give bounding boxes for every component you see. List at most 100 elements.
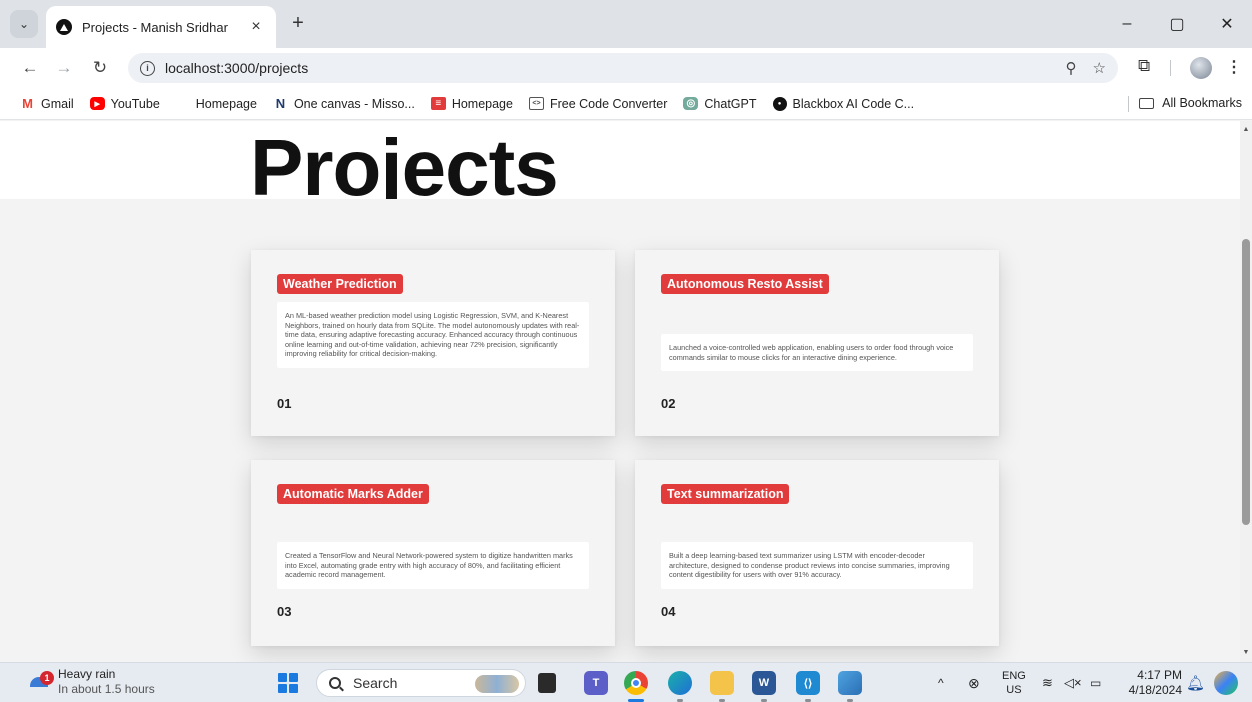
bookmark-label: YouTube (110, 96, 160, 111)
tab-title: Projects - Manish Sridhar (82, 19, 228, 35)
vscode-icon[interactable]: ⟨⟩ (796, 671, 820, 695)
region-code: US (1006, 684, 1022, 696)
chrome-icon[interactable] (624, 671, 648, 695)
bookmark-homepage-microsoft[interactable]: Homepage (176, 97, 257, 111)
bookmark-gmail[interactable]: M Gmail (20, 96, 74, 111)
system-clock[interactable]: 4:17 PM 4/18/2024 (1120, 668, 1182, 698)
bookmark-label: Homepage (195, 96, 257, 111)
language-indicator[interactable]: ENG US (1002, 669, 1026, 697)
site-favicon-icon (56, 19, 72, 35)
search-icon (329, 677, 341, 689)
bookmark-label: One canvas - Misso... (293, 96, 415, 111)
tray-app-icon[interactable]: ⊗ (968, 663, 980, 702)
umbrella-icon: 1 (28, 671, 54, 693)
code-converter-icon: <> (528, 97, 544, 110)
project-title: Weather Prediction (277, 274, 403, 294)
taskbar-search[interactable]: Search (316, 669, 526, 697)
page-scrollbar[interactable]: ▲ ▼ (1240, 121, 1252, 662)
volume-muted-icon[interactable]: ◁× (1064, 663, 1082, 702)
tab-projects[interactable]: Projects - Manish Sridhar × (46, 6, 276, 48)
copilot-icon[interactable] (1214, 671, 1238, 695)
bookmark-label: Blackbox AI Code C... (792, 96, 915, 111)
close-window-button[interactable]: ✕ (1202, 0, 1252, 48)
file-explorer-icon[interactable] (710, 671, 734, 695)
teams-icon[interactable]: T (584, 671, 608, 695)
restore-button[interactable]: ▢ (1152, 0, 1202, 48)
gmail-icon: M (20, 96, 35, 111)
word-icon[interactable]: W (752, 671, 776, 695)
language-code: ENG (1002, 670, 1026, 682)
scroll-down-icon[interactable]: ▼ (1240, 646, 1252, 660)
project-description: Created a TensorFlow and Neural Network-… (277, 542, 589, 589)
youtube-icon: ▶ (89, 97, 105, 110)
tab-search-button[interactable]: ⌄ (10, 10, 38, 38)
search-label: Search (353, 675, 398, 691)
bookmark-label: Gmail (41, 96, 74, 111)
more-menu-icon[interactable]: ⋮ (1226, 57, 1242, 77)
all-bookmarks-label: All Bookmarks (1162, 96, 1242, 110)
weather-widget[interactable]: 1 Heavy rain In about 1.5 hours (28, 667, 155, 697)
browser-toolbar: ← → ↻ i localhost:3000/projects ⚲ ☆ ⧉ ⋮ (0, 48, 1252, 88)
back-button[interactable]: ← (18, 56, 42, 80)
url-text[interactable]: localhost:3000/projects (165, 60, 1050, 76)
bookmark-youtube[interactable]: ▶ YouTube (89, 96, 160, 111)
project-description: An ML-based weather prediction model usi… (277, 302, 589, 368)
edge-icon[interactable] (668, 671, 692, 695)
homepage-icon: ≡ (430, 97, 446, 110)
bookmark-chatgpt[interactable]: ◎ ChatGPT (683, 96, 757, 111)
tab-close-button[interactable]: × (246, 18, 266, 36)
scrollbar-thumb[interactable] (1242, 239, 1250, 525)
notification-bell-icon[interactable]: 🔔︎ (1186, 663, 1205, 702)
weather-subtitle: In about 1.5 hours (58, 682, 155, 696)
clock-date: 4/18/2024 (1128, 683, 1182, 697)
tray-overflow-button[interactable]: ^ (938, 663, 944, 702)
project-number: 03 (277, 604, 292, 619)
reload-button[interactable]: ↻ (88, 56, 112, 80)
wifi-icon[interactable]: ≋ (1042, 663, 1053, 702)
project-title: Autonomous Resto Assist (661, 274, 829, 294)
project-number: 04 (661, 604, 676, 619)
project-description: Launched a voice-controlled web applicat… (661, 334, 973, 372)
minimize-button[interactable]: – (1102, 0, 1152, 48)
photos-icon[interactable] (838, 671, 862, 695)
projects-section (0, 199, 1240, 662)
bookmark-free-code-converter[interactable]: <> Free Code Converter (528, 97, 667, 111)
bookmark-one-canvas[interactable]: N One canvas - Misso... (272, 96, 415, 111)
task-view-icon[interactable] (538, 673, 556, 693)
project-card-weather-prediction: Weather Prediction An ML-based weather p… (251, 250, 615, 436)
bookmarks-bar: M Gmail ▶ YouTube Homepage N One canvas … (0, 88, 1252, 120)
windows-taskbar: 1 Heavy rain In about 1.5 hours Search T… (0, 662, 1252, 702)
forward-button[interactable]: → (52, 56, 76, 80)
bookmark-homepage[interactable]: ≡ Homepage (430, 96, 513, 111)
toolbar-divider (1170, 60, 1171, 76)
project-card-text-summarization: Text summarization Built a deep learning… (635, 460, 999, 646)
project-card-autonomous-resto-assist: Autonomous Resto Assist Launched a voice… (635, 250, 999, 436)
weather-alert-badge: 1 (40, 671, 54, 685)
scroll-up-icon[interactable]: ▲ (1240, 123, 1252, 137)
project-number: 02 (661, 396, 676, 411)
profile-avatar[interactable] (1190, 57, 1212, 79)
extensions-icon[interactable]: ⧉ (1138, 56, 1150, 76)
new-tab-button[interactable]: + (286, 12, 310, 36)
battery-icon[interactable]: ▭ (1090, 663, 1101, 702)
project-title: Text summarization (661, 484, 790, 504)
site-info-icon[interactable]: i (140, 60, 155, 76)
microsoft-icon (176, 97, 190, 111)
search-highlight-icon (475, 675, 519, 693)
chatgpt-icon: ◎ (683, 97, 699, 110)
blackbox-icon: ● (772, 96, 787, 111)
bookmark-star-icon[interactable]: ☆ (1093, 59, 1106, 77)
tab-bar: ⌄ Projects - Manish Sridhar × + – ▢ ✕ (0, 0, 1252, 48)
bookmark-blackbox[interactable]: ● Blackbox AI Code C... (772, 96, 915, 111)
project-number: 01 (277, 396, 292, 411)
project-card-automatic-marks-adder: Automatic Marks Adder Created a TensorFl… (251, 460, 615, 646)
bookmarks-divider (1128, 96, 1129, 112)
address-bar[interactable]: i localhost:3000/projects ⚲ ☆ (128, 53, 1118, 83)
bookmark-label: ChatGPT (704, 96, 757, 111)
zoom-icon[interactable]: ⚲ (1066, 59, 1077, 77)
bookmark-label: Homepage (451, 96, 513, 111)
all-bookmarks-button[interactable]: All Bookmarks (1139, 96, 1242, 110)
page-header-area (0, 121, 1240, 199)
windows-start-icon[interactable] (278, 673, 298, 693)
clock-time: 4:17 PM (1137, 668, 1182, 682)
